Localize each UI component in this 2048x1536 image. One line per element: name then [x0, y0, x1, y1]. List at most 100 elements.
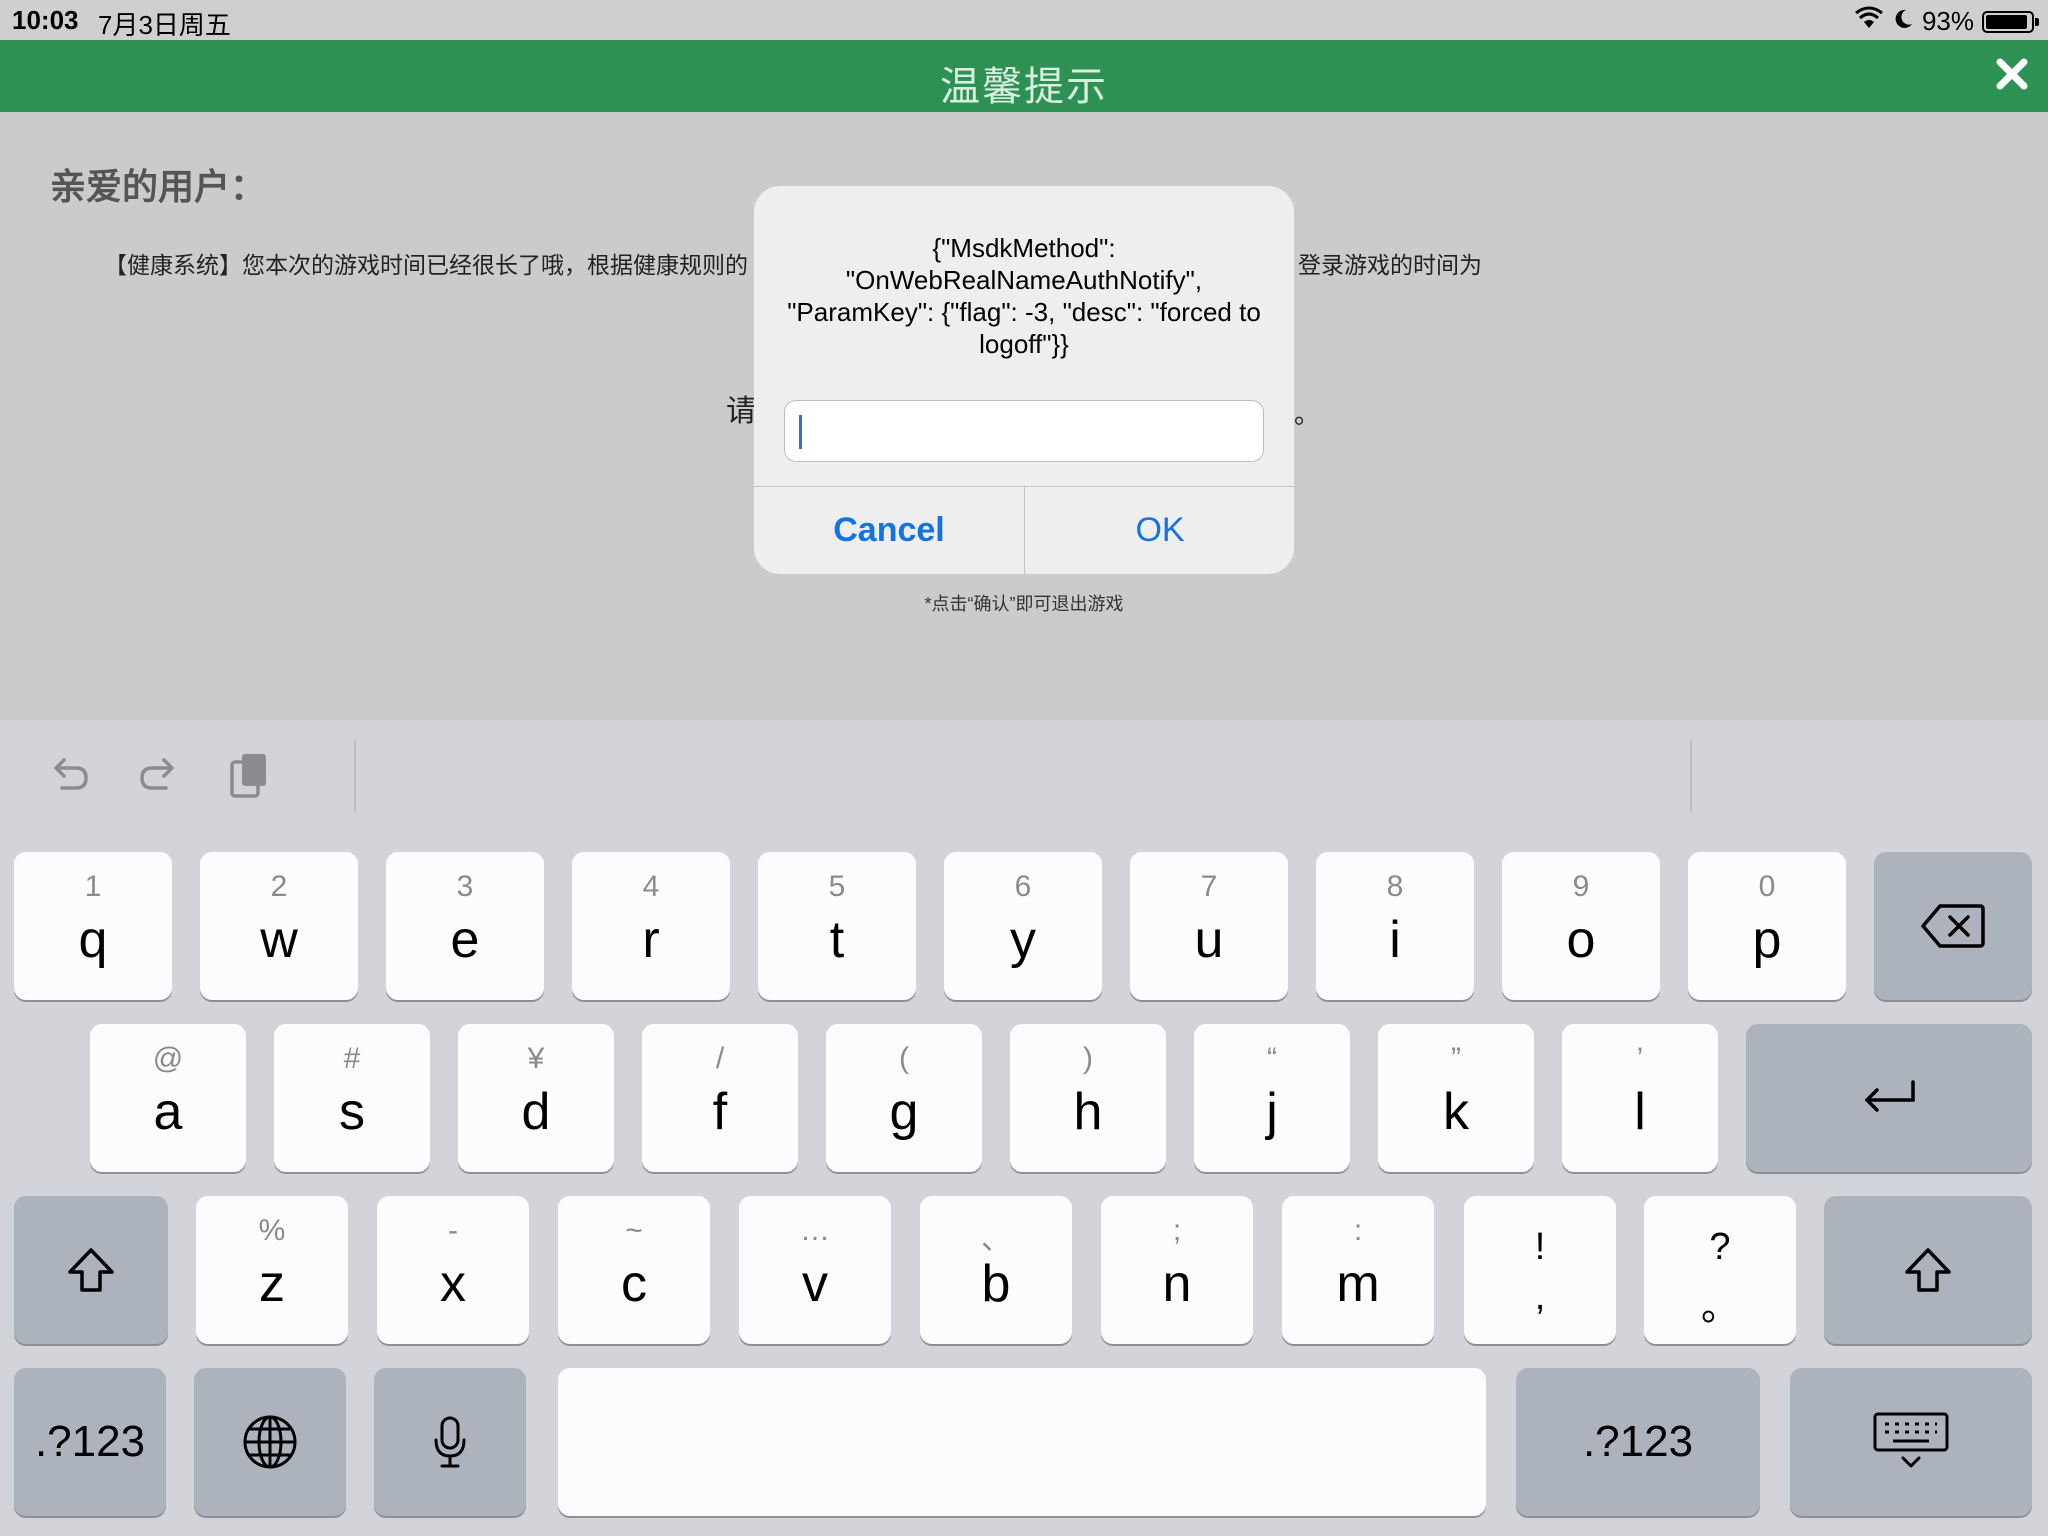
notice-text-continued: 登录游戏的时间为 [1298, 252, 1482, 278]
ok-button[interactable]: OK [1025, 487, 1294, 574]
redo-icon[interactable] [134, 750, 184, 800]
key-alt-symbol: 7 [1200, 870, 1218, 903]
key-y[interactable]: 6y [944, 852, 1102, 1000]
key-letter: u [1194, 911, 1224, 969]
numbers-key-label: .?123 [1582, 1417, 1694, 1466]
numbers-key-label: .?123 [34, 1417, 146, 1466]
moon-icon [1892, 6, 1914, 37]
shift-key-right[interactable] [1824, 1196, 2032, 1344]
numbers-key-right[interactable]: .?123 [1516, 1368, 1760, 1516]
close-icon [1995, 57, 2029, 96]
alert-text-input[interactable] [784, 400, 1264, 462]
keyboard: 1q2w3e4r5t6y7u8i9o0p @ a # s ¥ d / f(g) h “j” k’ l … [0, 720, 2048, 1536]
key-letter: d [521, 1083, 551, 1141]
key-u[interactable]: 7u [1130, 852, 1288, 1000]
backspace-key[interactable] [1874, 852, 2032, 1000]
key-e[interactable]: 3e [386, 852, 544, 1000]
exclaim-symbol: ! [1534, 1226, 1546, 1268]
battery-icon [1982, 10, 2039, 33]
cancel-button[interactable]: Cancel [754, 487, 1024, 574]
shortcut-separator [354, 740, 356, 812]
key-i[interactable]: 8i [1316, 852, 1474, 1000]
key-n[interactable]: ; n [1101, 1196, 1253, 1344]
alert-dialog: {"MsdkMethod": "OnWebRealNameAuthNotify"… [754, 186, 1294, 574]
key-m[interactable]: :m [1282, 1196, 1434, 1344]
paste-icon[interactable] [224, 750, 274, 800]
key-alt-symbol: % [258, 1214, 286, 1247]
keyboard-shortcut-bar [0, 720, 2048, 830]
key-alt-symbol: ) [1083, 1042, 1093, 1075]
key-letter: e [450, 911, 480, 969]
numbers-key-left[interactable]: .?123 [14, 1368, 166, 1516]
key-letter: n [1162, 1255, 1192, 1313]
return-icon [1746, 1024, 2032, 1172]
key-c[interactable]: ~ c [558, 1196, 710, 1344]
key-r[interactable]: 4r [572, 852, 730, 1000]
key-letter: w [260, 911, 298, 969]
key-alt-symbol: 、 [981, 1223, 1011, 1256]
key-letter: m [1336, 1255, 1380, 1313]
close-button[interactable] [1986, 50, 2038, 102]
key-b[interactable]: 、 b [920, 1196, 1072, 1344]
key-alt-symbol: “ [1267, 1042, 1277, 1075]
notice-text: 【健康系统】您本次的游戏时间已经很长了哦，根据健康规则的 [104, 252, 748, 278]
key-alt-symbol: ’ [1636, 1042, 1644, 1075]
shift-icon [14, 1196, 168, 1344]
key-g[interactable]: (g [826, 1024, 982, 1172]
key-alt-symbol: 6 [1014, 870, 1032, 903]
key-alt-symbol: ~ [625, 1214, 643, 1247]
key-letter: k [1443, 1083, 1469, 1141]
battery-level [1986, 14, 2027, 29]
key-d[interactable]: ¥ d [458, 1024, 614, 1172]
key-o[interactable]: 9o [1502, 852, 1660, 1000]
key-f[interactable]: / f [642, 1024, 798, 1172]
notice-line-end: 。 [1294, 399, 1321, 429]
question-period-key[interactable]: ? 。 [1644, 1196, 1796, 1344]
key-j[interactable]: “j [1194, 1024, 1350, 1172]
key-alt-symbol: ( [899, 1042, 909, 1075]
space-key[interactable] [558, 1368, 1486, 1516]
key-letter: z [259, 1255, 285, 1313]
key-alt-symbol: 9 [1572, 870, 1590, 903]
key-alt-symbol: 2 [270, 870, 288, 903]
key-letter: r [642, 911, 660, 969]
key-alt-symbol: @ [152, 1042, 184, 1075]
key-k[interactable]: ” k [1378, 1024, 1534, 1172]
key-letter: q [78, 911, 108, 969]
key-q[interactable]: 1q [14, 852, 172, 1000]
key-v[interactable]: … v [739, 1196, 891, 1344]
return-key[interactable] [1746, 1024, 2032, 1172]
globe-key[interactable] [194, 1368, 346, 1516]
key-alt-symbol: 1 [84, 870, 102, 903]
undo-icon[interactable] [44, 750, 94, 800]
globe-icon [194, 1368, 346, 1516]
key-s[interactable]: # s [274, 1024, 430, 1172]
key-t[interactable]: 5t [758, 852, 916, 1000]
hide-keyboard-icon [1790, 1368, 2032, 1516]
key-letter: g [889, 1083, 919, 1141]
key-z[interactable]: % z [196, 1196, 348, 1344]
key-l[interactable]: ’ l [1562, 1024, 1718, 1172]
key-letter: x [440, 1255, 466, 1313]
key-a[interactable]: @ a [90, 1024, 246, 1172]
dictation-key[interactable] [374, 1368, 526, 1516]
key-alt-symbol: 5 [828, 870, 846, 903]
key-letter: b [981, 1255, 1011, 1313]
alert-message: {"MsdkMethod": "OnWebRealNameAuthNotify"… [787, 233, 1261, 359]
question-symbol: ? [1709, 1226, 1731, 1268]
confirm-hint: *点击“确认”即可退出游戏 [924, 594, 1124, 614]
key-h[interactable]: ) h [1010, 1024, 1166, 1172]
key-x[interactable]: -x [377, 1196, 529, 1344]
title-bar: 温馨提示 [0, 40, 2048, 112]
key-p[interactable]: 0p [1688, 852, 1846, 1000]
key-letter: y [1010, 911, 1036, 969]
shift-key-left[interactable] [14, 1196, 168, 1344]
key-alt-symbol: … [800, 1214, 830, 1247]
key-alt-symbol: : [1353, 1214, 1363, 1247]
exclaim-comma-key[interactable]: ! , [1464, 1196, 1616, 1344]
key-letter: a [153, 1083, 183, 1141]
key-w[interactable]: 2w [200, 852, 358, 1000]
key-letter: f [712, 1083, 728, 1141]
hide-keyboard-key[interactable] [1790, 1368, 2032, 1516]
key-letter: p [1752, 911, 1782, 969]
